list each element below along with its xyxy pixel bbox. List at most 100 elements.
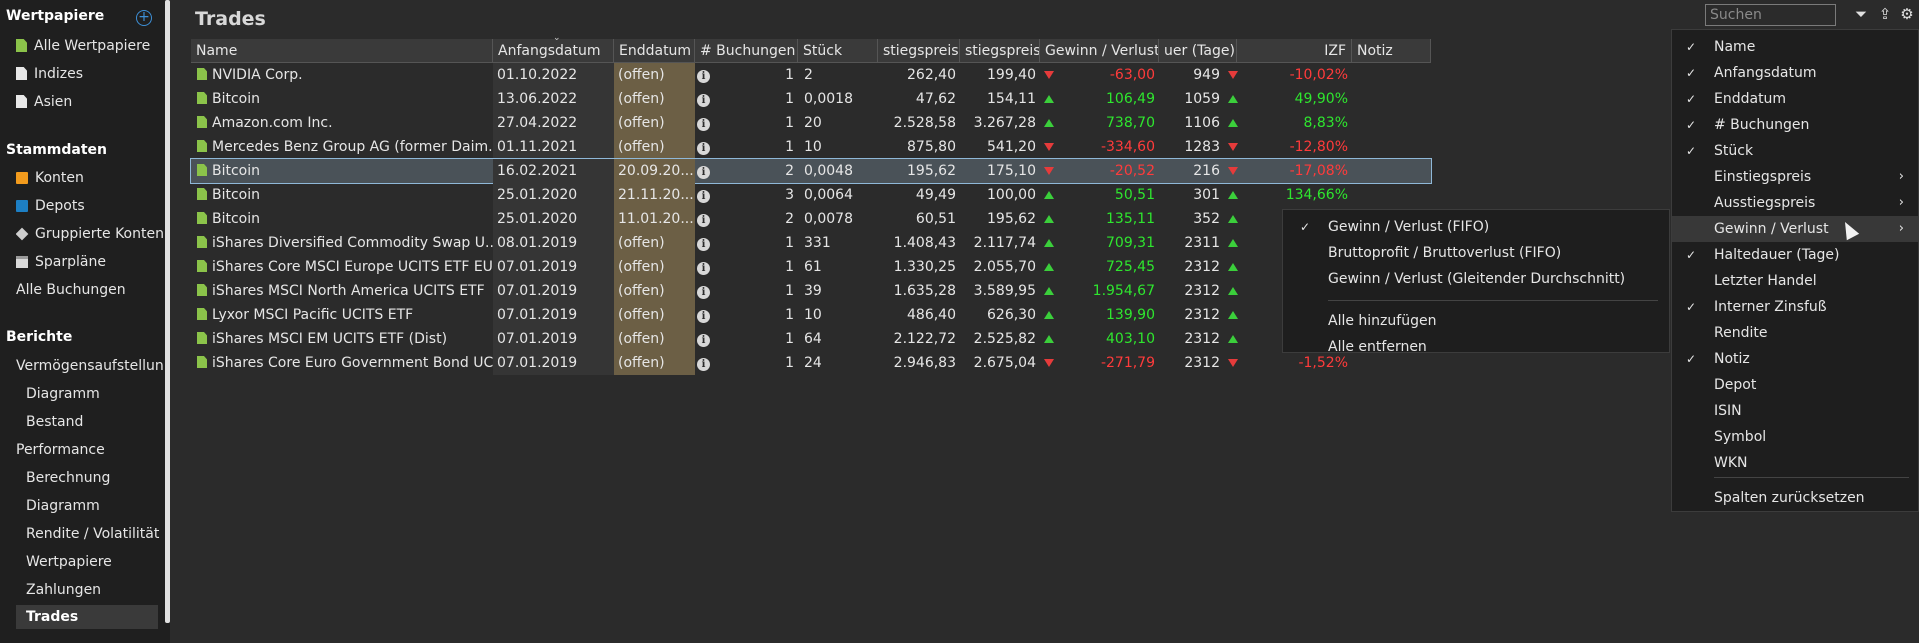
info-icon[interactable]: i bbox=[697, 238, 710, 251]
sidebar-item-performance-diagramm[interactable]: Diagramm bbox=[26, 494, 164, 518]
sidebar-item-zahlungen[interactable]: Zahlungen bbox=[26, 578, 164, 602]
menu-item-gewinn-verlust[interactable]: Gewinn / Verlust › bbox=[1672, 216, 1918, 242]
menu-item-depot[interactable]: Depot bbox=[1672, 372, 1918, 398]
search-input[interactable] bbox=[1705, 4, 1836, 26]
column-header-notiz[interactable]: Notiz bbox=[1352, 39, 1431, 63]
submenu-item-gewinn-verlust-gleitender-durchschnitt[interactable]: Gewinn / Verlust (Gleitender Durchschnit… bbox=[1283, 266, 1669, 292]
cell-info[interactable]: i bbox=[695, 231, 711, 255]
menu-item-enddatum[interactable]: ✓ Enddatum bbox=[1672, 86, 1918, 112]
column-header-einstiegspreis[interactable]: stiegspreis bbox=[878, 39, 960, 63]
settings-icon[interactable]: ⚙ bbox=[1899, 6, 1915, 22]
menu-item-anfangsdatum[interactable]: ✓ Anfangsdatum bbox=[1672, 60, 1918, 86]
menu-item-haltedauer-tage[interactable]: ✓ Haltedauer (Tage) bbox=[1672, 242, 1918, 268]
info-icon[interactable]: i bbox=[697, 118, 710, 131]
cell-info[interactable]: i bbox=[695, 279, 711, 303]
info-icon[interactable]: i bbox=[697, 94, 710, 107]
menu-item-spalten-zur-cksetzen[interactable]: Spalten zurücksetzen bbox=[1672, 485, 1918, 511]
cell-info[interactable]: i bbox=[695, 183, 711, 207]
menu-item-symbol[interactable]: Symbol bbox=[1672, 424, 1918, 450]
sidebar-item-depots[interactable]: Depots bbox=[16, 194, 164, 218]
info-icon[interactable]: i bbox=[697, 190, 710, 203]
menu-item-name[interactable]: ✓ Name bbox=[1672, 34, 1918, 60]
menu-item-letzter-handel[interactable]: Letzter Handel bbox=[1672, 268, 1918, 294]
cell-info[interactable]: i bbox=[695, 159, 711, 183]
sidebar-item-gruppierte-konten[interactable]: Gruppierte Konten bbox=[16, 222, 164, 246]
cell-info[interactable]: i bbox=[695, 303, 711, 327]
sidebar-item-bestand[interactable]: Bestand bbox=[26, 410, 164, 434]
column-header-gewinn-verlust[interactable]: Gewinn / Verlust bbox=[1040, 39, 1159, 63]
info-icon[interactable]: i bbox=[697, 70, 710, 83]
menu-item-interner-zinsfu[interactable]: ✓ Interner Zinsfuß bbox=[1672, 294, 1918, 320]
menu-item-isin[interactable]: ISIN bbox=[1672, 398, 1918, 424]
column-header-enddatum[interactable]: Enddatum bbox=[614, 39, 695, 63]
cell-info[interactable]: i bbox=[695, 255, 711, 279]
column-header-izf[interactable]: IZF bbox=[1237, 39, 1352, 63]
cell-info[interactable]: i bbox=[695, 111, 711, 135]
table-row[interactable]: iShares MSCI EM UCITS ETF (Dist) 07.01.20… bbox=[191, 327, 1431, 351]
table-row[interactable]: Bitcoin 16.02.2021 20.09.20... i 2 0,0048 195,… bbox=[190, 158, 1432, 184]
sidebar-item-alle-wertpapiere[interactable]: Alle Wertpapiere bbox=[16, 34, 164, 58]
table-row[interactable]: iShares Diversified Commodity Swap U... 0… bbox=[191, 231, 1431, 255]
column-header-haltedauer[interactable]: uer (Tage) bbox=[1159, 39, 1237, 63]
filter-icon[interactable]: ⏷ bbox=[1853, 6, 1869, 22]
sidebar-item-rendite-volatilitaet[interactable]: Rendite / Volatilität bbox=[26, 522, 164, 546]
menu-item-wkn[interactable]: WKN bbox=[1672, 450, 1918, 476]
column-header-buchungen[interactable]: # Buchungen bbox=[695, 39, 798, 63]
info-icon[interactable]: i bbox=[697, 262, 710, 275]
sidebar-item-sparplaene[interactable]: Sparpläne bbox=[16, 250, 164, 274]
column-header-name[interactable]: Name bbox=[191, 39, 493, 63]
sidebar-item-indizes[interactable]: Indizes bbox=[16, 62, 164, 86]
table-row[interactable]: Bitcoin 25.01.2020 11.01.20... i 2 0,0078 60,5… bbox=[191, 207, 1431, 231]
info-icon[interactable]: i bbox=[697, 214, 710, 227]
info-icon[interactable]: i bbox=[697, 166, 710, 179]
submenu-item-alle-hinzuf-gen[interactable]: Alle hinzufügen bbox=[1283, 308, 1669, 334]
info-icon[interactable]: i bbox=[697, 286, 710, 299]
sidebar-item-diagramm[interactable]: Diagramm bbox=[26, 382, 164, 406]
menu-item-st-ck[interactable]: ✓ Stück bbox=[1672, 138, 1918, 164]
export-icon[interactable]: ⇪ bbox=[1877, 6, 1893, 22]
section-wertpapiere[interactable]: Wertpapiere bbox=[6, 8, 104, 24]
menu-item-einstiegspreis[interactable]: Einstiegspreis › bbox=[1672, 164, 1918, 190]
info-icon[interactable]: i bbox=[697, 358, 710, 371]
sidebar-item-alle-buchungen[interactable]: Alle Buchungen bbox=[16, 278, 164, 302]
sidebar-item-berechnung[interactable]: Berechnung bbox=[26, 466, 164, 490]
cell-info[interactable]: i bbox=[695, 351, 711, 375]
cell-info[interactable]: i bbox=[695, 87, 711, 111]
table-row[interactable]: Lyxor MSCI Pacific UCITS ETF 07.01.2019 (o… bbox=[191, 303, 1431, 327]
menu-item-ausstiegspreis[interactable]: Ausstiegspreis › bbox=[1672, 190, 1918, 216]
sidebar-item-asien[interactable]: Asien bbox=[16, 90, 164, 114]
sidebar-scrollbar[interactable] bbox=[165, 0, 170, 623]
info-icon[interactable]: i bbox=[697, 142, 710, 155]
table-row[interactable]: Bitcoin 13.06.2022 (offen) i 1 0,0018 47,62 154… bbox=[191, 87, 1431, 111]
sidebar-item-wertpapiere[interactable]: Wertpapiere bbox=[26, 550, 164, 574]
table-row[interactable]: iShares MSCI North America UCITS ETF 07.0… bbox=[191, 279, 1431, 303]
submenu-item-bruttoprofit-bruttoverlust-fifo[interactable]: Bruttoprofit / Bruttoverlust (FIFO) bbox=[1283, 240, 1669, 266]
sidebar-item-performance[interactable]: Performance bbox=[16, 438, 164, 462]
cell-info[interactable]: i bbox=[695, 63, 711, 87]
cell-info[interactable]: i bbox=[695, 207, 711, 231]
info-icon[interactable]: i bbox=[697, 334, 710, 347]
table-row[interactable]: iShares Core MSCI Europe UCITS ETF EU...… bbox=[191, 255, 1431, 279]
section-stammdaten[interactable]: Stammdaten bbox=[6, 142, 107, 158]
cell-info[interactable]: i bbox=[695, 135, 711, 159]
table-row[interactable]: Mercedes Benz Group AG (former Daim... 01… bbox=[191, 135, 1431, 159]
column-header-stueck[interactable]: Stück bbox=[798, 39, 878, 63]
trend-icon bbox=[1040, 303, 1060, 327]
table-row[interactable]: NVIDIA Corp. 01.10.2022 (offen) i 1 2 262,40 19… bbox=[191, 63, 1431, 87]
sidebar-item-vermoegensaufstellung[interactable]: Vermögensaufstellung bbox=[16, 354, 164, 378]
cell-info[interactable]: i bbox=[695, 327, 711, 351]
table-row[interactable]: Bitcoin 25.01.2020 21.11.20... i 3 0,0064 49,4… bbox=[191, 183, 1431, 207]
info-icon[interactable]: i bbox=[697, 310, 710, 323]
menu-item-rendite[interactable]: Rendite bbox=[1672, 320, 1918, 346]
add-icon[interactable]: + bbox=[136, 10, 152, 26]
sidebar-item-konten[interactable]: Konten bbox=[16, 166, 164, 190]
submenu-item-alle-entfernen[interactable]: Alle entfernen bbox=[1283, 334, 1669, 360]
column-header-ausstiegspreis[interactable]: stiegspreis bbox=[960, 39, 1040, 63]
menu-item-buchungen[interactable]: ✓ # Buchungen bbox=[1672, 112, 1918, 138]
submenu-item-gewinn-verlust-fifo[interactable]: ✓ Gewinn / Verlust (FIFO) bbox=[1283, 214, 1669, 240]
sidebar-item-trades[interactable]: Trades bbox=[16, 605, 158, 629]
table-row[interactable]: iShares Core Euro Government Bond UC... 0… bbox=[191, 351, 1431, 375]
section-berichte[interactable]: Berichte bbox=[6, 329, 72, 345]
menu-item-notiz[interactable]: ✓ Notiz bbox=[1672, 346, 1918, 372]
table-row[interactable]: Amazon.com Inc. 27.04.2022 (offen) i 1 20 2.52… bbox=[191, 111, 1431, 135]
